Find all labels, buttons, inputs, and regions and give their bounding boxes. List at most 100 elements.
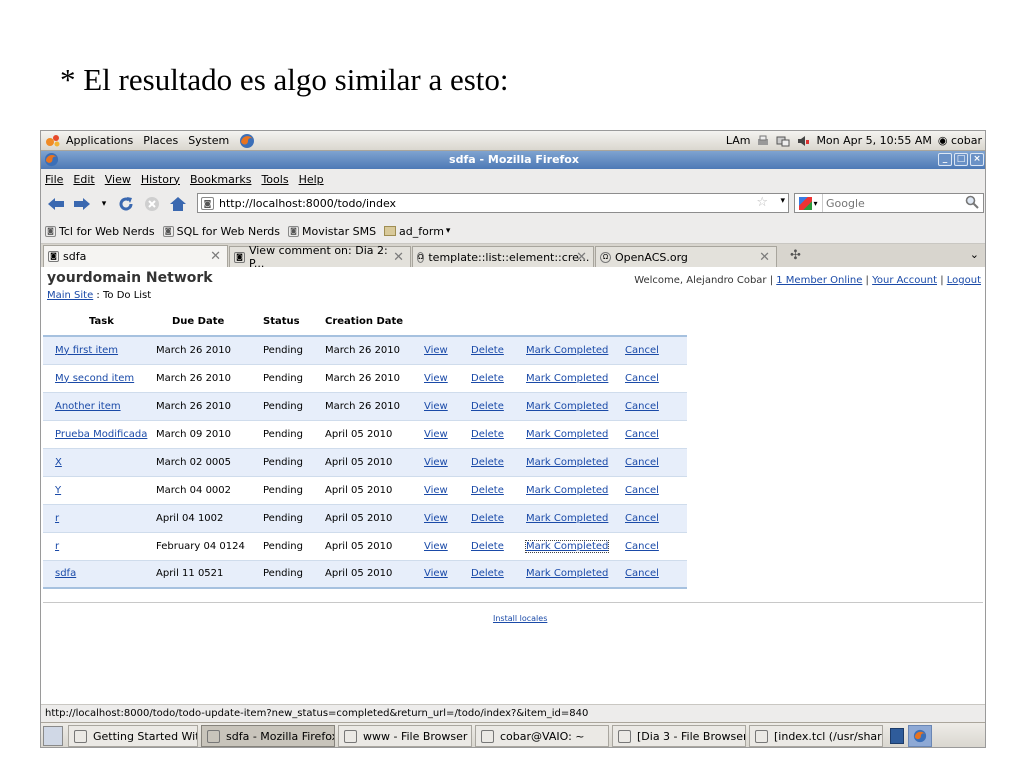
cancel-link[interactable]: Cancel [625,513,659,524]
window-titlebar[interactable]: sdfa - Mozilla Firefox _ □ × [41,151,985,169]
close-tab-icon[interactable]: ✕ [759,250,770,265]
view-link[interactable]: View [424,568,448,579]
menu-tools[interactable]: Tools [261,173,288,186]
taskbar-button[interactable]: www - File Browser [338,725,472,747]
taskbar-button[interactable]: [index.tcl (/usr/share... [749,725,883,747]
your-account-link[interactable]: Your Account [872,275,937,286]
task-link[interactable]: r [55,513,59,524]
bookmark-item[interactable]: ◙ SQL for Web Nerds [162,225,280,238]
delete-link[interactable]: Delete [471,568,504,579]
user-indicator[interactable]: ◉ cobar [938,134,982,147]
breadcrumb-main-site[interactable]: Main Site [47,290,93,301]
tab-sdfa[interactable]: ◙ sdfa ✕ [43,245,228,267]
mark-completed-link[interactable]: Mark Completed [526,568,608,579]
mark-completed-link[interactable]: Mark Completed [526,485,608,496]
mark-completed-link[interactable]: Mark Completed [526,429,608,440]
tab-view-comment[interactable]: ◙ View comment on: Dia 2: P... ✕ [229,244,411,270]
menu-places[interactable]: Places [143,134,178,147]
view-link[interactable]: View [424,485,448,496]
cancel-link[interactable]: Cancel [625,457,659,468]
search-bar[interactable]: ▾ [794,193,984,213]
mark-completed-link[interactable]: Mark Completed [526,373,608,384]
view-link[interactable]: View [424,345,448,356]
view-link[interactable]: View [424,457,448,468]
reload-button[interactable] [115,193,137,215]
search-input[interactable] [823,196,953,210]
cancel-link[interactable]: Cancel [625,401,659,412]
firefox-launcher-icon[interactable] [239,133,255,149]
search-engine-selector[interactable]: ▾ [795,194,823,212]
close-window-button[interactable]: × [970,153,984,166]
task-link[interactable]: r [55,541,59,552]
site-identity-icon[interactable]: ◙ [201,196,214,210]
delete-link[interactable]: Delete [471,513,504,524]
cancel-link[interactable]: Cancel [625,485,659,496]
menu-history[interactable]: History [141,173,180,186]
logout-link[interactable]: Logout [947,275,981,286]
workspace-switcher[interactable] [908,725,932,747]
close-tab-icon[interactable]: ✕ [576,250,587,265]
mark-completed-link[interactable]: Mark Completed [526,457,608,468]
task-link[interactable]: Another item [55,401,121,412]
trash-icon[interactable] [890,728,904,744]
close-tab-icon[interactable]: ✕ [393,250,404,265]
menu-view[interactable]: View [105,173,131,186]
mark-completed-link[interactable]: Mark Completed [524,539,610,553]
delete-link[interactable]: Delete [471,429,504,440]
gnome-foot-icon[interactable] [45,134,61,148]
minimize-button[interactable]: _ [938,153,952,166]
bookmark-folder[interactable]: ad_form ▾ [384,225,450,238]
home-button[interactable] [167,193,189,215]
history-dropdown[interactable]: ▾ [97,193,111,215]
url-dropdown-icon[interactable]: ▾ [780,196,785,206]
search-icon[interactable] [965,195,979,209]
menu-bookmarks[interactable]: Bookmarks [190,173,251,186]
mark-completed-link[interactable]: Mark Completed [526,345,608,356]
tab-openacs[interactable]: Ω OpenACS.org ✕ [595,246,777,267]
view-link[interactable]: View [424,513,448,524]
column-header-creation-date[interactable]: Creation Date [325,307,424,337]
tab-template-list[interactable]: Ωtemplate::list::element::cre... ✕ [412,246,594,267]
column-header-task[interactable]: Task [43,307,156,337]
cancel-link[interactable]: Cancel [625,373,659,384]
delete-link[interactable]: Delete [471,457,504,468]
forward-button[interactable] [71,193,93,215]
delete-link[interactable]: Delete [471,541,504,552]
network-icon[interactable] [776,134,790,148]
delete-link[interactable]: Delete [471,373,504,384]
url-bar[interactable]: ◙ http://localhost:8000/todo/index ☆ ▾ [197,193,789,213]
task-link[interactable]: My second item [55,373,134,384]
taskbar-button[interactable]: sdfa - Mozilla Firefox [201,725,335,747]
view-link[interactable]: View [424,401,448,412]
menu-applications[interactable]: Applications [66,134,133,147]
taskbar-button[interactable]: [Dia 3 - File Browser] [612,725,746,747]
cancel-link[interactable]: Cancel [625,345,659,356]
taskbar-button[interactable]: cobar@VAIO: ~ [475,725,609,747]
mark-completed-link[interactable]: Mark Completed [526,401,608,412]
delete-link[interactable]: Delete [471,401,504,412]
bookmark-item[interactable]: ◙ Movistar SMS [288,225,376,238]
list-all-tabs-button[interactable]: ⌄ [970,248,979,261]
view-link[interactable]: View [424,541,448,552]
task-link[interactable]: Y [55,485,61,496]
new-tab-button[interactable]: ✣ [790,248,801,263]
menu-file[interactable]: File [45,173,63,186]
volume-icon[interactable] [796,134,810,148]
view-link[interactable]: View [424,429,448,440]
menu-help[interactable]: Help [299,173,324,186]
view-link[interactable]: View [424,373,448,384]
url-text[interactable]: http://localhost:8000/todo/index [219,197,396,210]
keyboard-layout[interactable]: LAm [726,134,751,147]
install-locales-link[interactable]: Install locales [493,614,547,623]
show-desktop-icon[interactable] [43,726,63,746]
task-link[interactable]: sdfa [55,568,76,579]
cancel-link[interactable]: Cancel [625,541,659,552]
delete-link[interactable]: Delete [471,345,504,356]
mark-completed-link[interactable]: Mark Completed [526,513,608,524]
members-online-link[interactable]: 1 Member Online [776,275,862,286]
stop-button[interactable] [141,193,163,215]
task-link[interactable]: Prueba Modificada [55,429,147,440]
maximize-button[interactable]: □ [954,153,968,166]
column-header-status[interactable]: Status [263,307,325,337]
bookmark-item[interactable]: ◙ Tcl for Web Nerds [45,225,155,238]
